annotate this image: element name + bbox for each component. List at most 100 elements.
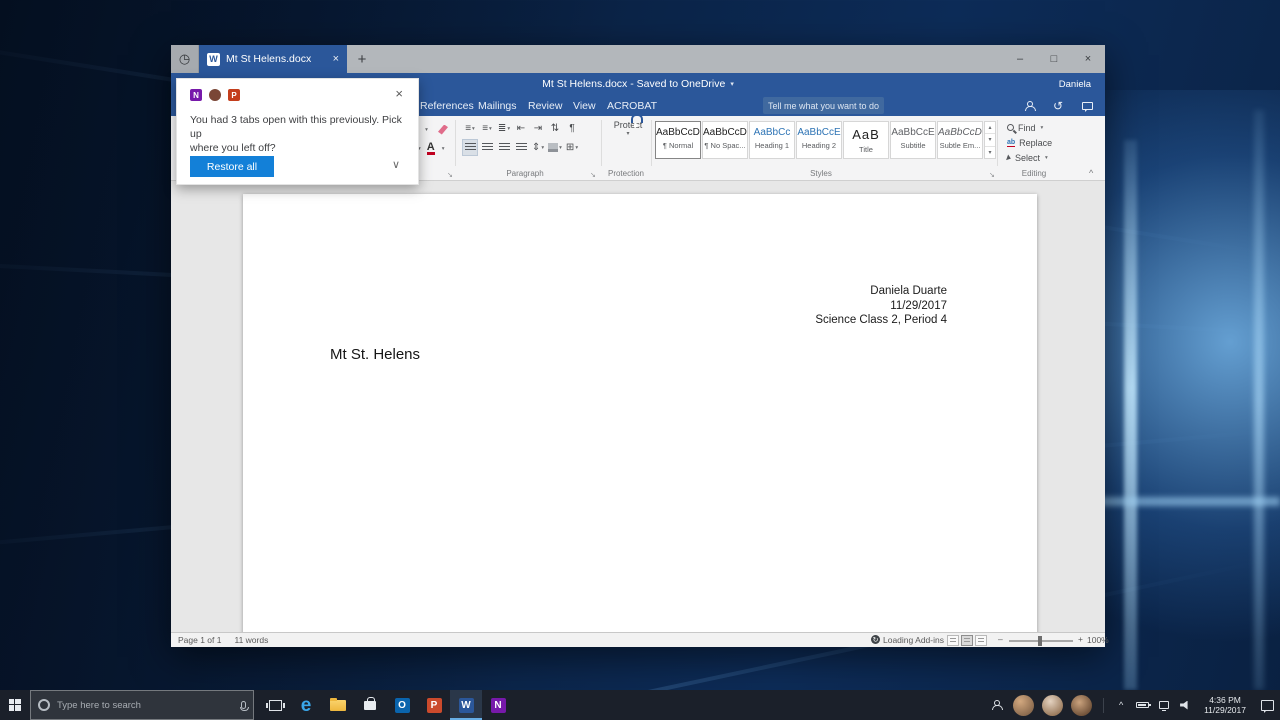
styles-scroll-up-icon[interactable]: ▴ — [985, 122, 995, 134]
speaker-icon[interactable] — [1180, 701, 1190, 710]
tell-me-box[interactable]: Tell me what you want to do — [763, 97, 884, 114]
increase-indent-icon[interactable]: ⇥ — [531, 121, 545, 136]
action-center-button[interactable] — [1254, 690, 1280, 720]
tab-review[interactable]: Review — [528, 95, 562, 116]
align-left-icon[interactable] — [463, 140, 477, 155]
collapse-ribbon-icon[interactable]: ^ — [1089, 168, 1093, 178]
font-dropdown-caret-icon[interactable]: ▾ — [419, 122, 433, 137]
feedback-comment-icon[interactable] — [1082, 102, 1093, 110]
saved-status-caret-icon[interactable]: ▾ — [730, 80, 734, 88]
borders-icon[interactable]: ⊞▾ — [565, 140, 579, 155]
document-tab[interactable]: W Mt St Helens.docx × — [199, 45, 347, 73]
tab-mailings[interactable]: Mailings — [478, 95, 517, 116]
styles-expand-icon[interactable]: ▾ — [985, 147, 995, 158]
maximize-button[interactable]: □ — [1037, 45, 1071, 73]
line-spacing-icon[interactable]: ⇕▾ — [531, 140, 545, 155]
web-layout-icon[interactable] — [975, 635, 987, 646]
style-normal[interactable]: AaBbCcDc ¶ Normal — [655, 121, 701, 159]
popup-close-icon[interactable]: × — [395, 86, 403, 101]
network-icon[interactable] — [1159, 701, 1169, 709]
taskbar-word-active[interactable]: W — [450, 690, 482, 720]
replace-button[interactable]: ab Replace — [1007, 135, 1052, 150]
zoom-slider[interactable] — [1009, 640, 1073, 642]
page-indicator[interactable]: Page 1 of 1 — [178, 635, 221, 645]
paragraph-dialog-launcher-icon[interactable]: ↘ — [590, 171, 596, 179]
taskbar-clock[interactable]: 4:36 PM 11/29/2017 — [1204, 695, 1246, 715]
editing-group: Find ▾ ab Replace Select ▾ — [1007, 120, 1052, 165]
tab-acrobat[interactable]: ACROBAT — [607, 95, 657, 116]
minimize-button[interactable]: – — [1003, 45, 1037, 73]
contact-avatar[interactable] — [1071, 695, 1092, 716]
restore-all-button[interactable]: Restore all — [190, 156, 274, 177]
multilevel-list-icon[interactable]: ≣▾ — [497, 121, 511, 136]
onenote-icon: N — [491, 698, 506, 713]
shading-icon[interactable]: ▾ — [548, 140, 562, 155]
people-button[interactable] — [983, 690, 1009, 720]
style-subtitle[interactable]: AaBbCcE Subtitle — [890, 121, 936, 159]
powerpoint-icon: P — [228, 89, 240, 101]
align-right-icon[interactable] — [497, 140, 511, 155]
tab-close-icon[interactable]: × — [333, 53, 339, 65]
style-heading-1[interactable]: AaBbCc Heading 1 — [749, 121, 795, 159]
justify-icon[interactable] — [514, 140, 528, 155]
popup-expand-chevron-icon[interactable]: ∨ — [392, 158, 400, 171]
numbering-icon[interactable]: ≡▾ — [480, 121, 494, 136]
hidden-icons-chevron-icon[interactable]: ^ — [1111, 700, 1131, 710]
outlook-icon: O — [395, 698, 410, 713]
zoom-in-button[interactable]: + — [1078, 634, 1083, 644]
font-color-icon[interactable]: A — [424, 141, 438, 156]
text-highlight-icon[interactable] — [436, 122, 450, 137]
decrease-indent-icon[interactable]: ⇤ — [514, 121, 528, 136]
signed-in-user[interactable]: Daniela — [1059, 79, 1091, 90]
zoom-slider-thumb[interactable] — [1038, 636, 1042, 646]
activity-history-icon[interactable]: ↺ — [1053, 100, 1063, 112]
task-view-button[interactable] — [260, 690, 290, 720]
search-input[interactable] — [57, 700, 234, 711]
contact-avatar[interactable] — [1013, 695, 1034, 716]
taskbar-search[interactable] — [30, 690, 254, 720]
zoom-out-button[interactable]: – — [998, 634, 1003, 644]
sort-icon[interactable]: ⇅ — [548, 121, 562, 136]
taskbar-outlook[interactable]: O — [386, 690, 418, 720]
taskbar-edge[interactable]: e — [290, 690, 322, 720]
word-count[interactable]: 11 words — [234, 635, 268, 645]
show-paragraph-marks-icon[interactable]: ¶ — [565, 121, 579, 136]
font-color-row: ▾ A ▾ — [417, 141, 445, 156]
start-button[interactable] — [0, 690, 30, 720]
tab-references[interactable]: References — [420, 95, 474, 116]
zoom-level[interactable]: 100% — [1087, 635, 1109, 645]
view-switcher — [947, 635, 987, 646]
align-center-icon[interactable] — [480, 140, 494, 155]
new-tab-button[interactable]: + — [347, 45, 377, 73]
style-title[interactable]: AaB Title — [843, 121, 889, 159]
read-mode-icon[interactable] — [947, 635, 959, 646]
caret-icon[interactable]: ▾ — [442, 146, 445, 152]
bullets-icon[interactable]: ≡▾ — [463, 121, 477, 136]
style-heading-2[interactable]: AaBbCcE Heading 2 — [796, 121, 842, 159]
close-button[interactable]: × — [1071, 45, 1105, 73]
select-button[interactable]: Select ▾ — [1007, 150, 1052, 165]
print-layout-icon[interactable] — [961, 635, 973, 646]
style-subtle-emphasis[interactable]: AaBbCcDc Subtle Em... — [937, 121, 983, 159]
battery-icon[interactable] — [1136, 702, 1149, 708]
protect-button[interactable]: Protect ▾ — [607, 120, 649, 137]
style-no-spacing[interactable]: AaBbCcDc ¶ No Spac... — [702, 121, 748, 159]
taskbar-onenote[interactable]: N — [482, 690, 514, 720]
microphone-icon[interactable] — [241, 701, 246, 709]
word-icon: W — [459, 698, 474, 713]
styles-scroll-down-icon[interactable]: ▾ — [985, 134, 995, 146]
taskbar-powerpoint[interactable]: P — [418, 690, 450, 720]
class-line: Science Class 2, Period 4 — [815, 313, 947, 328]
share-person-icon[interactable] — [1025, 101, 1034, 111]
styles-dialog-launcher-icon[interactable]: ↘ — [989, 171, 995, 179]
protect-label: Protect — [607, 120, 649, 130]
taskbar-store[interactable] — [354, 690, 386, 720]
find-button[interactable]: Find ▾ — [1007, 120, 1052, 135]
contact-avatar[interactable] — [1042, 695, 1063, 716]
tab-view[interactable]: View — [573, 95, 596, 116]
previous-tabs-button[interactable]: ◷ — [171, 45, 199, 73]
taskbar-file-explorer[interactable] — [322, 690, 354, 720]
font-dialog-launcher-icon[interactable]: ↘ — [447, 171, 453, 179]
font-group-partial: ▾ — [419, 122, 450, 137]
document-page[interactable]: Daniela Duarte 11/29/2017 Science Class … — [243, 194, 1037, 632]
